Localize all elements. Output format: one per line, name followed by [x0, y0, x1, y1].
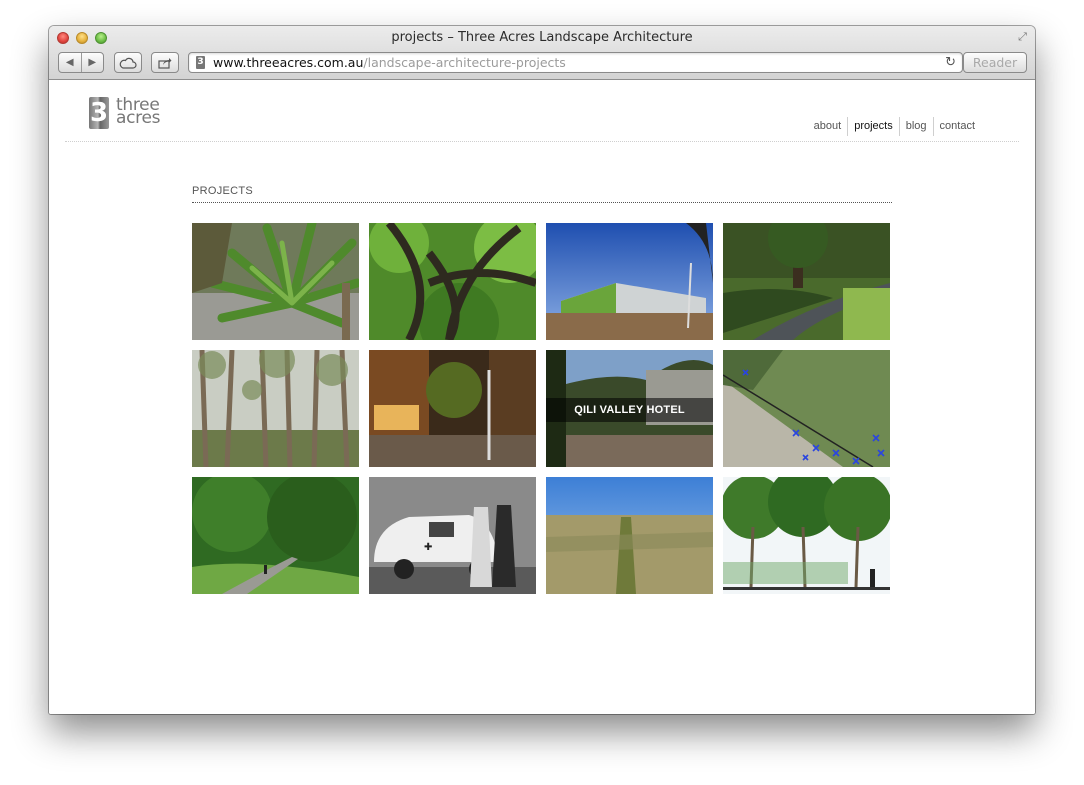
logo-text: three acres	[116, 97, 161, 128]
header-divider	[65, 141, 1019, 142]
share-icon	[158, 57, 172, 69]
address-bar[interactable]: 3 www.threeacres.com.au/landscape-archit…	[188, 52, 963, 73]
project-caption: QILI VALLEY HOTEL	[546, 398, 713, 422]
project-tile-qili-valley-hotel[interactable]: QILI VALLEY HOTEL	[546, 350, 713, 467]
project-tile-palms[interactable]	[192, 223, 359, 340]
svg-text:✚: ✚	[424, 542, 432, 553]
project-tile-site-plan[interactable]	[723, 350, 890, 467]
nav-blog[interactable]: blog	[898, 117, 933, 136]
title-bar: projects – Three Acres Landscape Archite…	[49, 26, 1035, 80]
forest-photo	[192, 350, 359, 467]
share-button[interactable]	[151, 52, 179, 73]
project-tile-vintage-car[interactable]: ✚	[369, 477, 536, 594]
browser-window: projects – Three Acres Landscape Archite…	[49, 26, 1035, 714]
palm-photo	[192, 223, 359, 340]
tree-render-photo	[723, 477, 890, 594]
forward-icon[interactable]: ▶	[82, 57, 104, 68]
project-tile-eucalyptus-forest[interactable]	[192, 350, 359, 467]
street-night-photo	[369, 350, 536, 467]
project-tile-grassland[interactable]	[546, 477, 713, 594]
project-tile-green-park[interactable]	[192, 477, 359, 594]
grassland-photo	[546, 477, 713, 594]
project-tile-tree-render[interactable]	[723, 477, 890, 594]
cloud-icon	[119, 57, 137, 69]
window-title: projects – Three Acres Landscape Archite…	[391, 30, 693, 45]
vintage-photo: ✚	[369, 477, 536, 594]
url-path: /landscape-architecture-projects	[363, 55, 566, 70]
url-domain: www.threeacres.com.au	[213, 55, 364, 70]
tree-canopy-photo	[369, 223, 536, 340]
back-forward-buttons: ◀ ▶	[58, 52, 104, 73]
building-photo	[546, 223, 713, 340]
green-park-photo	[192, 477, 359, 594]
site-logo[interactable]: 3 three acres	[89, 95, 169, 131]
icloud-tabs-button[interactable]	[114, 52, 142, 73]
reader-button[interactable]: Reader	[963, 52, 1027, 73]
web-page: 3 three acres about projects blog contac…	[49, 81, 1035, 714]
back-icon[interactable]: ◀	[59, 57, 81, 68]
site-plan-photo	[723, 350, 890, 467]
section-title: PROJECTS	[192, 185, 254, 197]
logo-mark-icon: 3	[89, 97, 109, 129]
reload-icon[interactable]: ↻	[945, 53, 956, 72]
section-divider	[192, 202, 892, 203]
main-nav: about projects blog contact	[808, 117, 981, 136]
project-tile-building[interactable]	[546, 223, 713, 340]
park-path-photo	[723, 223, 890, 340]
nav-contact[interactable]: contact	[932, 117, 981, 136]
project-tile-park-path[interactable]	[723, 223, 890, 340]
site-favicon-icon: 3	[196, 56, 205, 69]
fullscreen-icon[interactable]: ⤢	[1016, 31, 1029, 44]
logo-line-2: acres	[116, 108, 161, 128]
project-tile-street-night[interactable]	[369, 350, 536, 467]
nav-projects[interactable]: projects	[847, 117, 899, 136]
project-tile-tree-canopy[interactable]	[369, 223, 536, 340]
nav-about[interactable]: about	[808, 117, 848, 136]
